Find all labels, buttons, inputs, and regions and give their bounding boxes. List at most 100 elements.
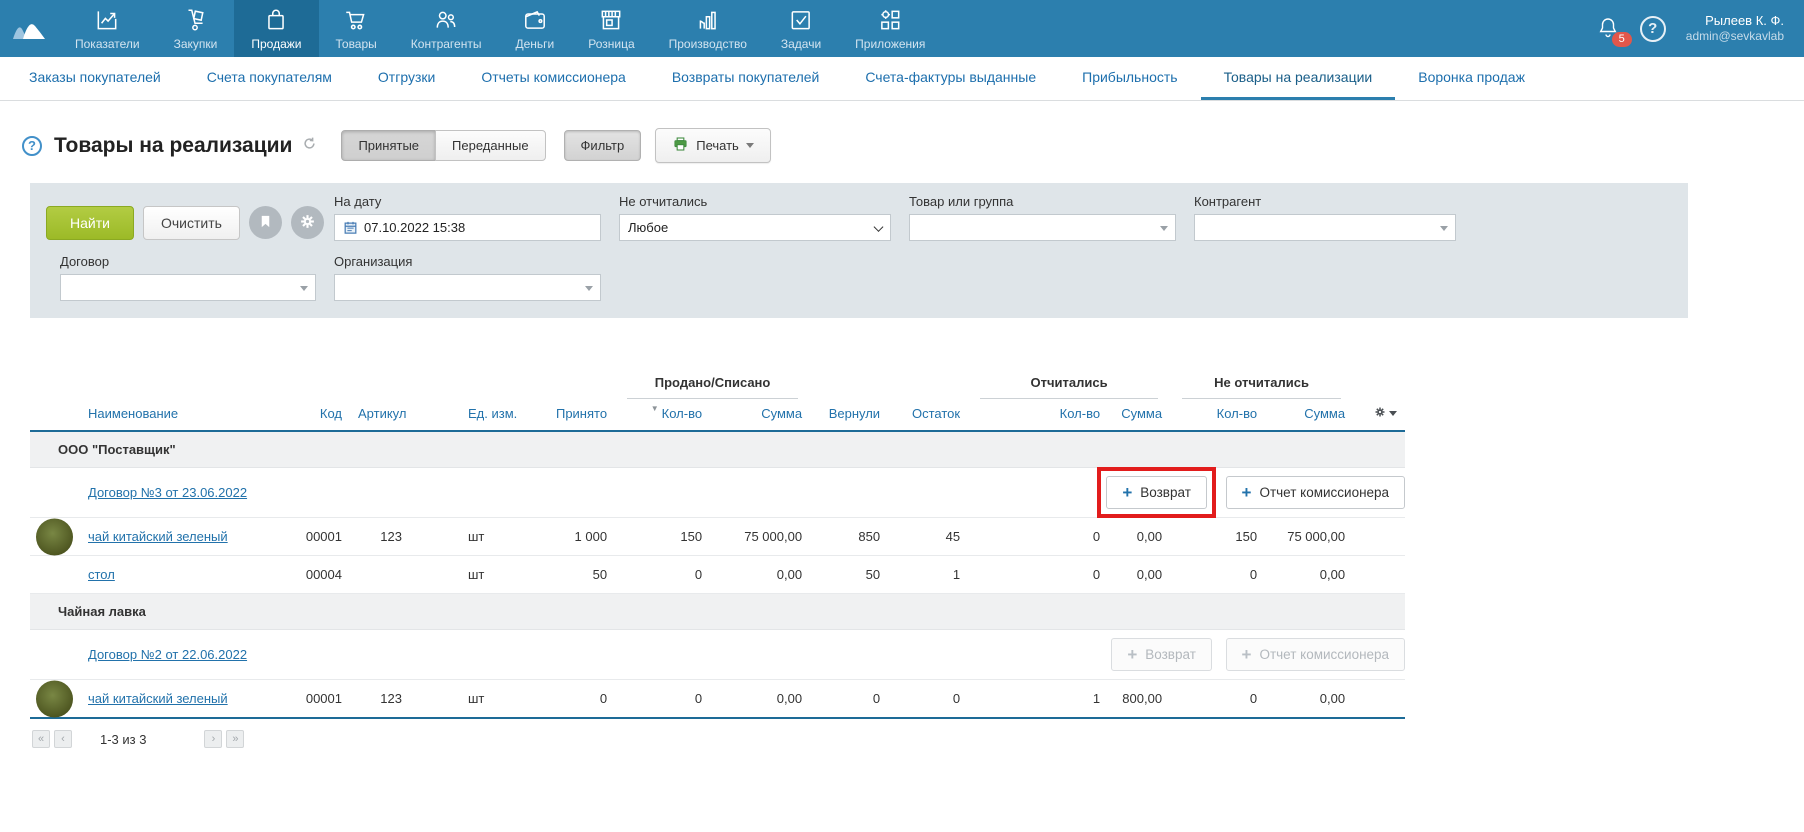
- chevron-down-icon: [746, 143, 754, 148]
- store-icon: [598, 6, 624, 34]
- clear-button[interactable]: Очистить: [143, 206, 240, 240]
- filter-settings-button[interactable]: [291, 206, 324, 239]
- section-tabs: Заказы покупателей Счета покупателям Отг…: [0, 57, 1804, 101]
- tab-sales-funnel[interactable]: Воронка продаж: [1395, 57, 1548, 100]
- column-article[interactable]: Артикул: [350, 399, 410, 431]
- cell-not-reported-sum: 0,00: [1265, 556, 1353, 594]
- nav-item-retail[interactable]: Розница: [571, 0, 651, 57]
- product-link[interactable]: стол: [88, 567, 115, 582]
- column-sold-sum[interactable]: Сумма: [710, 399, 810, 431]
- product-combobox[interactable]: [909, 214, 1176, 241]
- find-button[interactable]: Найти: [46, 206, 134, 240]
- cell-not-reported-sum: 75 000,00: [1265, 518, 1353, 556]
- calendar-icon: [343, 220, 358, 235]
- column-unit[interactable]: Ед. изм.: [410, 399, 530, 431]
- contract-link[interactable]: Договор №3 от 23.06.2022: [88, 485, 247, 500]
- column-code[interactable]: Код: [265, 399, 350, 431]
- organization-label: Организация: [334, 254, 601, 269]
- tab-consignment-goods[interactable]: Товары на реализации: [1201, 57, 1396, 100]
- prev-page-button[interactable]: ‹: [54, 730, 72, 748]
- tab-shipments[interactable]: Отгрузки: [355, 57, 458, 100]
- not-reported-select[interactable]: Любое: [619, 214, 891, 241]
- on-date-input[interactable]: 07.10.2022 15:38: [334, 214, 601, 241]
- nav-item-label: Производство: [669, 37, 747, 51]
- product-link[interactable]: чай китайский зеленый: [88, 529, 228, 544]
- column-sold-qty[interactable]: ▼Кол-во: [615, 399, 710, 431]
- organization-field: Организация: [334, 254, 619, 301]
- nav-item-indicators[interactable]: Показатели: [58, 0, 157, 57]
- tab-customer-orders[interactable]: Заказы покупателей: [6, 57, 184, 100]
- refresh-icon[interactable]: [302, 136, 317, 156]
- nav-item-counterparties[interactable]: Контрагенты: [394, 0, 499, 57]
- product-image[interactable]: [36, 518, 73, 555]
- page-title: Товары на реализации: [54, 134, 292, 158]
- plus-icon: +: [1127, 649, 1137, 661]
- user-menu[interactable]: Рылеев К. Ф. admin@sevkavlab: [1686, 13, 1784, 44]
- tab-issued-invoices[interactable]: Счета-фактуры выданные: [842, 57, 1059, 100]
- contract-row: Договор №2 от 22.06.2022 + Возврат + Отч…: [30, 630, 1405, 680]
- column-not-reported-sum[interactable]: Сумма: [1265, 399, 1353, 431]
- bookmark-button[interactable]: [249, 206, 282, 239]
- columns-settings-button[interactable]: [1353, 399, 1405, 431]
- wallet-icon: [522, 6, 548, 34]
- tab-profitability[interactable]: Прибыльность: [1059, 57, 1200, 100]
- add-commissioner-report-button[interactable]: + Отчет комиссионера: [1226, 476, 1406, 509]
- not-reported-value: Любое: [628, 220, 668, 235]
- cell-rest: 1: [888, 556, 968, 594]
- organization-combobox[interactable]: [334, 274, 601, 301]
- print-button[interactable]: Печать: [655, 128, 771, 163]
- nav-item-purchases[interactable]: Закупки: [157, 0, 235, 57]
- tab-customer-returns[interactable]: Возвраты покупателей: [649, 57, 843, 100]
- cell-unit: шт: [410, 556, 530, 594]
- next-page-button[interactable]: ›: [204, 730, 222, 748]
- nav-item-goods[interactable]: Товары: [319, 0, 394, 57]
- last-page-button[interactable]: »: [226, 730, 244, 748]
- help-icon[interactable]: ?: [1640, 16, 1666, 42]
- nav-item-money[interactable]: Деньги: [498, 0, 571, 57]
- column-name[interactable]: Наименование: [30, 399, 265, 431]
- page-help-icon[interactable]: ?: [22, 136, 42, 156]
- nav-item-label: Закупки: [174, 37, 218, 51]
- column-rest[interactable]: Остаток: [888, 399, 968, 431]
- nav-item-label: Контрагенты: [411, 37, 482, 51]
- filter-button[interactable]: Фильтр: [564, 130, 642, 161]
- column-returned[interactable]: Вернули: [810, 399, 888, 431]
- group-not-reported-header: Не отчитались: [1170, 370, 1353, 399]
- tab-commissioner-reports[interactable]: Отчеты комиссионера: [458, 57, 649, 100]
- first-page-button[interactable]: «: [32, 730, 50, 748]
- accepted-toggle-button[interactable]: Принятые: [341, 130, 436, 161]
- product-link[interactable]: чай китайский зеленый: [88, 691, 228, 706]
- product-image[interactable]: [36, 680, 73, 717]
- cell-reported-qty: 1: [968, 680, 1108, 719]
- counterparty-combobox[interactable]: [1194, 214, 1456, 241]
- column-not-reported-qty[interactable]: Кол-во: [1170, 399, 1265, 431]
- nav-item-production[interactable]: Производство: [652, 0, 764, 57]
- column-reported-sum[interactable]: Сумма: [1108, 399, 1170, 431]
- column-reported-qty[interactable]: Кол-во: [968, 399, 1108, 431]
- column-accepted[interactable]: Принято: [530, 399, 615, 431]
- cell-returned: 50: [810, 556, 888, 594]
- app-logo-icon[interactable]: [0, 0, 58, 57]
- group-reported-header: Отчитались: [968, 370, 1170, 399]
- notifications-count-badge: 5: [1612, 32, 1632, 47]
- contract-combobox[interactable]: [60, 274, 316, 301]
- nav-item-tasks[interactable]: Задачи: [764, 0, 838, 57]
- cell-reported-sum: 0,00: [1108, 518, 1170, 556]
- chart-icon: [94, 6, 120, 34]
- counterparty-group-name: Чайная лавка: [30, 594, 1405, 630]
- tab-customer-invoices[interactable]: Счета покупателям: [184, 57, 355, 100]
- cell-unit: шт: [410, 518, 530, 556]
- contract-link[interactable]: Договор №2 от 22.06.2022: [88, 647, 247, 662]
- cell-sold-qty: 0: [615, 680, 710, 719]
- nav-item-apps[interactable]: Приложения: [838, 0, 942, 57]
- nav-item-sales[interactable]: Продажи: [234, 0, 318, 57]
- counterparty-group-row: ООО "Поставщик": [30, 431, 1405, 468]
- cell-not-reported-qty: 0: [1170, 556, 1265, 594]
- add-return-button[interactable]: + Возврат: [1106, 476, 1207, 509]
- page-header: ? Товары на реализации Принятые Переданн…: [22, 128, 1804, 163]
- user-email: admin@sevkavlab: [1686, 29, 1784, 44]
- transferred-toggle-button[interactable]: Переданные: [435, 130, 546, 161]
- notifications-bell-icon[interactable]: 5: [1596, 14, 1620, 43]
- cell-article: 123: [350, 518, 410, 556]
- topnav-right: 5 ? Рылеев К. Ф. admin@sevkavlab: [1596, 0, 1804, 57]
